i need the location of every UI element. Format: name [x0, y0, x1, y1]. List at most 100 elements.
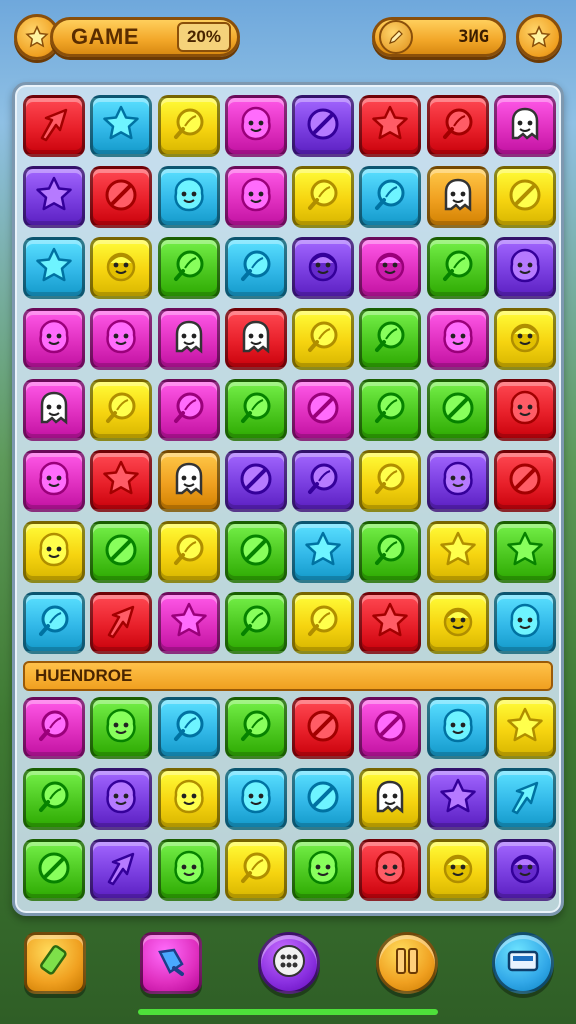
bottom-tile-r2-c1[interactable]: [23, 768, 85, 830]
top-tile-r6-c7[interactable]: [426, 450, 489, 512]
top-tile-r6-c1[interactable]: [23, 450, 85, 512]
top-tile-r6-c4[interactable]: [224, 450, 287, 512]
top-tile-r3-c8[interactable]: [494, 237, 557, 299]
top-tile-r4-c7[interactable]: [426, 308, 489, 370]
top-tile-r6-c2[interactable]: [90, 450, 153, 512]
message-button[interactable]: [492, 932, 554, 994]
top-tile-r1-c4[interactable]: [224, 95, 287, 157]
top-tile-r1-c8[interactable]: [494, 95, 557, 157]
top-tile-r1-c3[interactable]: [157, 95, 220, 157]
top-tile-r2-c6[interactable]: [359, 166, 422, 228]
top-tile-r1-c2[interactable]: [90, 95, 153, 157]
bottom-tile-r1-c3[interactable]: [157, 697, 220, 759]
top-tile-r6-c3[interactable]: [157, 450, 220, 512]
ghost-icon: [169, 317, 209, 361]
top-tile-r5-c3[interactable]: [157, 379, 220, 441]
top-tile-r8-c4[interactable]: [224, 592, 287, 654]
top-tile-r8-c3[interactable]: [157, 592, 220, 654]
pause-button[interactable]: [376, 932, 438, 994]
bottom-tile-r2-c4[interactable]: [224, 768, 287, 830]
bottom-tile-r3-c5[interactable]: [292, 839, 355, 901]
top-tile-r1-c7[interactable]: [426, 95, 489, 157]
top-tile-r3-c5[interactable]: [292, 237, 355, 299]
top-tile-r7-c8[interactable]: [494, 521, 557, 583]
top-tile-r7-c5[interactable]: [292, 521, 355, 583]
top-tile-r5-c8[interactable]: [494, 379, 557, 441]
top-tile-r8-c7[interactable]: [426, 592, 489, 654]
bottom-tile-r2-c8[interactable]: [494, 768, 557, 830]
menu-dots-button[interactable]: [258, 932, 320, 994]
bottom-tile-r3-c8[interactable]: [494, 839, 557, 901]
top-tile-r7-c2[interactable]: [90, 521, 153, 583]
top-tile-r7-c6[interactable]: [359, 521, 422, 583]
top-tile-r6-c8[interactable]: [494, 450, 557, 512]
bottom-tile-r1-c7[interactable]: [426, 697, 489, 759]
top-tile-r8-c5[interactable]: [292, 592, 355, 654]
top-tile-r4-c6[interactable]: [359, 308, 422, 370]
top-tile-r3-c4[interactable]: [224, 237, 287, 299]
top-tile-r1-c5[interactable]: [292, 95, 355, 157]
top-tile-r5-c6[interactable]: [359, 379, 422, 441]
bottom-tile-r1-c5[interactable]: [292, 697, 355, 759]
bottom-tile-r2-c7[interactable]: [426, 768, 489, 830]
top-tile-r6-c5[interactable]: [292, 450, 355, 512]
top-tile-r4-c8[interactable]: [494, 308, 557, 370]
bottom-tile-r3-c6[interactable]: [359, 839, 422, 901]
top-tile-r2-c1[interactable]: [23, 166, 85, 228]
leaf-icon: [236, 388, 276, 432]
bottom-tile-r2-c3[interactable]: [157, 768, 220, 830]
top-tile-r5-c7[interactable]: [426, 379, 489, 441]
top-tile-r1-c6[interactable]: [359, 95, 422, 157]
bottom-tile-r1-c6[interactable]: [359, 697, 422, 759]
top-tile-r8-c2[interactable]: [90, 592, 153, 654]
bottom-tile-r1-c8[interactable]: [494, 697, 557, 759]
top-tile-r3-c2[interactable]: [90, 237, 153, 299]
bottom-tile-r3-c3[interactable]: [157, 839, 220, 901]
top-tile-r2-c7[interactable]: [426, 166, 489, 228]
bottom-tile-r2-c5[interactable]: [292, 768, 355, 830]
top-tile-r1-c1[interactable]: [23, 95, 85, 157]
bottom-tile-r2-c6[interactable]: [359, 768, 422, 830]
blob-creature-icon: [34, 317, 74, 361]
bottom-tile-r2-c2[interactable]: [90, 768, 153, 830]
leaf-icon: [438, 246, 478, 290]
top-tile-r3-c1[interactable]: [23, 237, 85, 299]
top-tile-r8-c6[interactable]: [359, 592, 422, 654]
top-tile-r7-c4[interactable]: [224, 521, 287, 583]
bottom-tile-r3-c2[interactable]: [90, 839, 153, 901]
top-tile-r2-c4[interactable]: [224, 166, 287, 228]
top-tile-r8-c8[interactable]: [494, 592, 557, 654]
top-tile-r5-c4[interactable]: [224, 379, 287, 441]
top-tile-r7-c3[interactable]: [157, 521, 220, 583]
top-tile-r7-c1[interactable]: [23, 521, 85, 583]
bottom-tile-r3-c7[interactable]: [426, 839, 489, 901]
bottom-tile-r1-c4[interactable]: [224, 697, 287, 759]
top-tile-r5-c5[interactable]: [292, 379, 355, 441]
bottom-tile-r1-c2[interactable]: [90, 697, 153, 759]
top-tile-r5-c2[interactable]: [90, 379, 153, 441]
brush-tool-button[interactable]: [140, 932, 202, 994]
top-tile-r3-c6[interactable]: [359, 237, 422, 299]
ghost-icon: [438, 175, 478, 219]
bottom-tile-r3-c4[interactable]: [224, 839, 287, 901]
bottom-tile-r1-c1[interactable]: [23, 697, 85, 759]
top-tile-r4-c3[interactable]: [157, 308, 220, 370]
eraser-tool-button[interactable]: [24, 932, 86, 994]
top-tile-r4-c5[interactable]: [292, 308, 355, 370]
top-tile-r2-c8[interactable]: [494, 166, 557, 228]
top-tile-r8-c1[interactable]: [23, 592, 85, 654]
top-tile-r2-c5[interactable]: [292, 166, 355, 228]
star-icon: [505, 706, 545, 750]
top-tile-r5-c1[interactable]: [23, 379, 85, 441]
bottom-tile-r3-c1[interactable]: [23, 839, 85, 901]
top-tile-r7-c7[interactable]: [426, 521, 489, 583]
star-bonus-button[interactable]: [516, 14, 562, 60]
top-tile-r4-c1[interactable]: [23, 308, 85, 370]
top-tile-r2-c2[interactable]: [90, 166, 153, 228]
top-tile-r6-c6[interactable]: [359, 450, 422, 512]
top-tile-r2-c3[interactable]: [157, 166, 220, 228]
top-tile-r3-c7[interactable]: [426, 237, 489, 299]
top-tile-r3-c3[interactable]: [157, 237, 220, 299]
top-tile-r4-c4[interactable]: [224, 308, 287, 370]
top-tile-r4-c2[interactable]: [90, 308, 153, 370]
